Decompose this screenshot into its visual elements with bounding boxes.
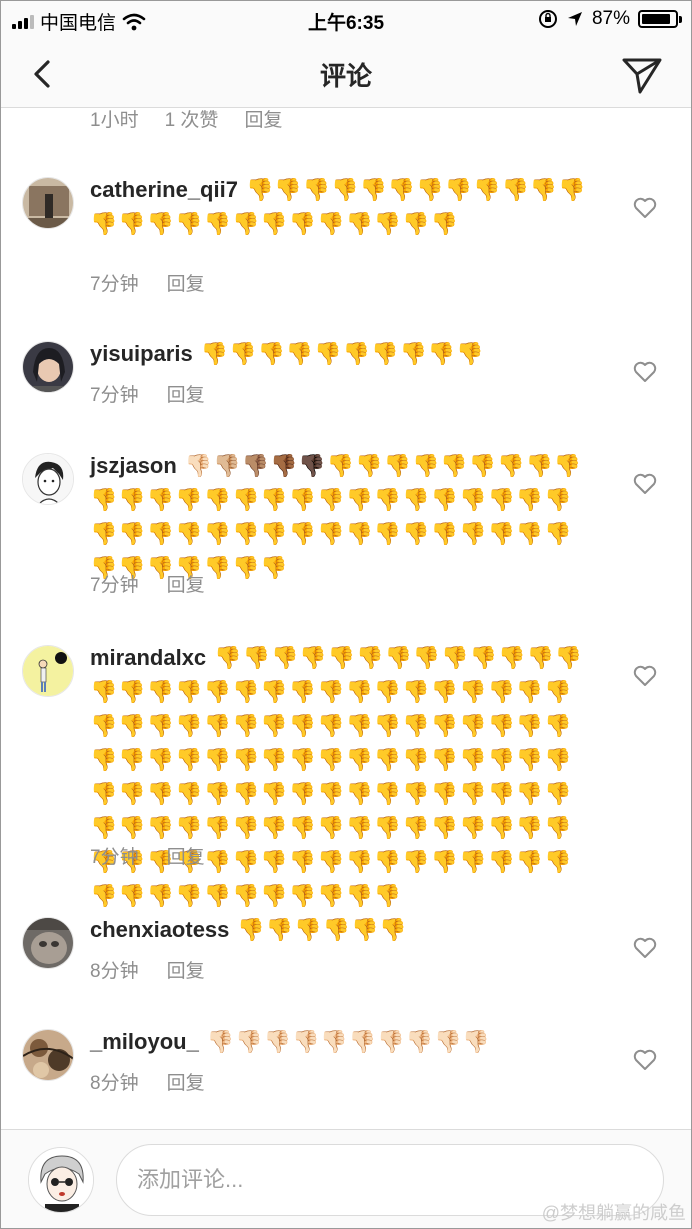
nav-bar: 评论 bbox=[0, 40, 692, 108]
comment-time: 7分钟 bbox=[90, 385, 139, 406]
page-title: 评论 bbox=[319, 61, 372, 91]
rotation-lock-icon bbox=[538, 10, 557, 28]
comment-meta: 7分钟 回复 bbox=[90, 842, 205, 869]
battery-fill bbox=[642, 14, 670, 24]
reply-button[interactable]: 回复 bbox=[244, 109, 282, 132]
comment-item: _miloyou_ 👎🏻👎🏻👎🏻👎🏻👎🏻👎🏻👎🏻👎🏻👎🏻👎🏻 8分钟 回复 bbox=[0, 1025, 692, 1105]
username[interactable]: catherine_qii7 bbox=[90, 177, 238, 202]
comment-meta: 7分钟 回复 bbox=[90, 570, 205, 597]
comment-item: chenxiaotess 👎👎👎👎👎👎 8分钟 回复 bbox=[0, 913, 692, 993]
heart-icon[interactable] bbox=[632, 471, 658, 497]
heart-icon[interactable] bbox=[632, 359, 658, 385]
avatar[interactable] bbox=[22, 1029, 74, 1081]
username[interactable]: chenxiaotess bbox=[90, 917, 229, 942]
comment-time: 7分钟 bbox=[90, 575, 139, 596]
partial-comment-meta: 1小时 1 次赞 回复 bbox=[90, 109, 282, 132]
comment-body: yisuiparis 👎👎👎👎👎👎👎👎👎👎 bbox=[90, 337, 590, 371]
status-right: 87% bbox=[538, 8, 682, 30]
username[interactable]: mirandalxc bbox=[90, 645, 206, 670]
username[interactable]: yisuiparis bbox=[90, 341, 193, 366]
heart-icon[interactable] bbox=[632, 935, 658, 961]
heart-icon[interactable] bbox=[632, 195, 658, 221]
comment-body: catherine_qii7 👎👎👎👎👎👎👎👎👎👎👎👎👎👎👎👎👎👎👎👎👎👎👎👎👎 bbox=[90, 173, 590, 241]
current-user-avatar bbox=[28, 1147, 94, 1213]
comment-composer: @梦想躺赢的咸鱼 bbox=[0, 1129, 692, 1229]
comment-item: yisuiparis 👎👎👎👎👎👎👎👎👎👎 7分钟 回复 bbox=[0, 337, 692, 417]
status-bar: 中国电信 上午6:35 87% bbox=[0, 0, 692, 40]
comment-meta: 7分钟 回复 bbox=[90, 269, 205, 296]
comment-item: jszjason 👎🏻👎🏼👎🏽👎🏾👎🏿👎👎👎👎👎👎👎👎👎👎👎👎👎👎👎👎👎👎👎👎👎👎… bbox=[0, 449, 692, 599]
avatar[interactable] bbox=[22, 453, 74, 505]
comment-time: 8分钟 bbox=[90, 1073, 139, 1094]
reply-button[interactable]: 回复 bbox=[167, 269, 205, 296]
comment-time: 7分钟 bbox=[90, 847, 139, 868]
battery-percent: 87% bbox=[591, 8, 630, 29]
heart-icon[interactable] bbox=[632, 1047, 658, 1073]
reply-button[interactable]: 回复 bbox=[167, 570, 205, 597]
send-icon[interactable] bbox=[620, 52, 664, 96]
username[interactable]: _miloyou_ bbox=[90, 1029, 199, 1054]
avatar[interactable] bbox=[22, 341, 74, 393]
comment-text: 👎👎👎👎👎👎👎👎👎👎 bbox=[200, 341, 485, 366]
reply-button[interactable]: 回复 bbox=[167, 380, 205, 407]
comment-body: chenxiaotess 👎👎👎👎👎👎 bbox=[90, 913, 590, 947]
battery-icon bbox=[638, 10, 682, 28]
reply-button[interactable]: 回复 bbox=[167, 842, 205, 869]
location-icon bbox=[567, 12, 582, 26]
comment-list[interactable]: 1小时 1 次赞 回复 catherine_qii7 👎👎👎👎👎👎👎👎👎👎👎👎👎👎… bbox=[0, 109, 692, 1129]
comment-text: 👎🏻👎🏻👎🏻👎🏻👎🏻👎🏻👎🏻👎🏻👎🏻👎🏻 bbox=[206, 1029, 491, 1054]
comment-text: 👎👎👎👎👎👎 bbox=[237, 917, 408, 942]
avatar[interactable] bbox=[22, 177, 74, 229]
comment-body: _miloyou_ 👎🏻👎🏻👎🏻👎🏻👎🏻👎🏻👎🏻👎🏻👎🏻👎🏻 bbox=[90, 1025, 590, 1059]
comment-meta: 7分钟 回复 bbox=[90, 380, 205, 407]
watermark: @梦想躺赢的咸鱼 bbox=[541, 1203, 686, 1223]
reply-button[interactable]: 回复 bbox=[167, 1068, 205, 1095]
reply-button[interactable]: 回复 bbox=[167, 956, 205, 983]
comment-meta: 8分钟 回复 bbox=[90, 1068, 205, 1095]
comment-item: catherine_qii7 👎👎👎👎👎👎👎👎👎👎👎👎👎👎👎👎👎👎👎👎👎👎👎👎👎 … bbox=[0, 173, 692, 308]
comment-time: 8分钟 bbox=[90, 961, 139, 982]
comment-meta: 8分钟 回复 bbox=[90, 956, 205, 983]
comment-time: 1小时 bbox=[90, 110, 139, 131]
avatar[interactable] bbox=[22, 917, 74, 969]
like-count[interactable]: 1 次赞 bbox=[165, 109, 219, 132]
heart-icon[interactable] bbox=[632, 663, 658, 689]
avatar[interactable] bbox=[22, 645, 74, 697]
comment-body: jszjason 👎🏻👎🏼👎🏽👎🏾👎🏿👎👎👎👎👎👎👎👎👎👎👎👎👎👎👎👎👎👎👎👎👎👎… bbox=[90, 449, 590, 585]
comment-time: 7分钟 bbox=[90, 274, 139, 295]
username[interactable]: jszjason bbox=[90, 453, 177, 478]
comment-body: mirandalxc 👎👎👎👎👎👎👎👎👎👎👎👎👎👎👎👎👎👎👎👎👎👎👎👎👎👎👎👎👎👎… bbox=[90, 641, 590, 913]
comment-item: mirandalxc 👎👎👎👎👎👎👎👎👎👎👎👎👎👎👎👎👎👎👎👎👎👎👎👎👎👎👎👎👎👎… bbox=[0, 641, 692, 908]
